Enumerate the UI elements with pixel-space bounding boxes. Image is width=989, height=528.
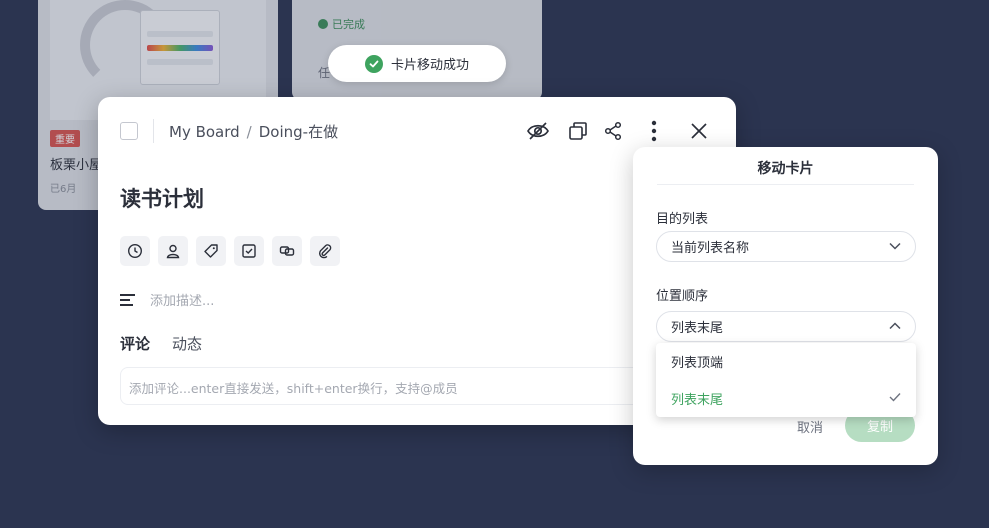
check-circle-icon [364, 54, 383, 73]
move-card-popover: 移动卡片 目的列表 当前列表名称 位置顺序 列表末尾 取消 复制 [633, 147, 938, 465]
popover-title: 移动卡片 [757, 161, 814, 177]
toast-message: 卡片移动成功 [390, 58, 469, 73]
position-label: 位置顺序 [656, 289, 709, 304]
cancel-button[interactable]: 取消 [797, 417, 823, 436]
copy-link-icon[interactable] [272, 236, 302, 266]
background-card-meta: 已6月 [50, 184, 77, 195]
share-icon[interactable] [601, 119, 625, 143]
position-value: 列表末尾 [671, 321, 724, 336]
tab-activity[interactable]: 动态 [172, 333, 202, 354]
comment-placeholder: 添加评论...enter直接发送，shift+enter换行，支持@成员 [129, 381, 458, 396]
position-option-top[interactable]: 列表顶端 [656, 343, 916, 380]
checklist-icon[interactable] [234, 236, 264, 266]
activity-tabs: 评论 动态 [120, 333, 202, 354]
chevron-down-icon [889, 239, 901, 254]
tag-badge: 重要 [50, 130, 80, 147]
copy-icon[interactable] [566, 119, 590, 143]
eye-off-icon[interactable] [526, 119, 550, 143]
position-option-end[interactable]: 列表末尾 [656, 380, 916, 417]
description-placeholder: 添加描述... [150, 294, 215, 309]
tab-comments[interactable]: 评论 [120, 333, 150, 354]
complete-checkbox[interactable] [120, 122, 138, 140]
clock-icon[interactable] [120, 236, 150, 266]
target-list-select[interactable]: 当前列表名称 [656, 231, 916, 262]
card-tools [120, 236, 340, 266]
text-align-icon [120, 291, 135, 309]
comment-input[interactable]: 添加评论...enter直接发送，shift+enter换行，支持@成员 [120, 367, 680, 405]
close-icon[interactable] [687, 119, 711, 143]
divider [153, 119, 154, 143]
position-select[interactable]: 列表末尾 [656, 311, 916, 342]
option-label: 列表顶端 [671, 356, 724, 371]
background-card-title: 板栗小屋 [50, 158, 103, 173]
breadcrumb-list[interactable]: Doing-在做 [259, 121, 338, 142]
breadcrumb-board[interactable]: My Board [169, 123, 240, 141]
member-icon[interactable] [158, 236, 188, 266]
check-icon [889, 391, 901, 406]
divider [657, 184, 914, 185]
chevron-up-icon [889, 319, 901, 334]
card-title[interactable]: 读书计划 [120, 183, 204, 213]
description-row[interactable]: 添加描述... [120, 290, 214, 309]
position-dropdown: 列表顶端 列表末尾 [656, 343, 916, 417]
option-label: 列表末尾 [671, 393, 724, 408]
success-toast: 卡片移动成功 [328, 45, 506, 82]
done-status: 已完成 [318, 16, 365, 32]
more-icon[interactable] [642, 119, 666, 143]
tag-icon[interactable] [196, 236, 226, 266]
breadcrumb-separator: / [246, 122, 252, 141]
target-list-label: 目的列表 [656, 212, 709, 227]
attachment-icon[interactable] [310, 236, 340, 266]
target-list-value: 当前列表名称 [671, 241, 750, 256]
breadcrumb: My Board / Doing-在做 [169, 121, 338, 142]
